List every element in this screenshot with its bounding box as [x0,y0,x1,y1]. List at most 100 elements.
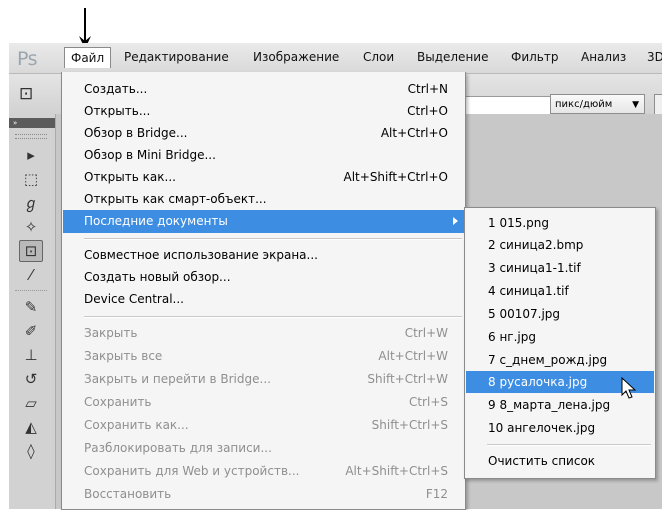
menu-item-label: Обзор в Bridge... [84,126,188,140]
menu-select[interactable]: Выделение [417,50,488,64]
menu-item-label: Совместное использование экрана... [84,248,318,262]
move-icon[interactable]: ▸ [19,144,43,166]
menu-item-label: Закрыть все [84,349,163,363]
recent-item[interactable]: 4 синица1.tif [466,280,654,302]
clear-recent-list[interactable]: Очистить список [466,450,654,472]
menu-item-new-review[interactable]: Создать новый обзор... [63,266,464,289]
recent-documents-submenu: 1 015.png 2 синица2.bmp 3 синица1-1.tif … [464,207,656,479]
panel-collapse-icon[interactable]: » [9,118,55,128]
menu-item-open[interactable]: Открыть... Ctrl+O [63,100,464,123]
marquee-icon[interactable]: ⬚ [19,168,43,190]
menu-item-shortcut: Alt+Shift+Ctrl+O [343,170,448,184]
recent-item[interactable]: 10 ангелочек.jpg [466,417,654,439]
menu-3d[interactable]: 3D [647,50,662,64]
menu-item-label: Разблокировать для записи... [84,441,272,455]
menu-item-shortcut: Alt+Ctrl+W [378,349,448,363]
menu-item-shortcut: Ctrl+W [404,326,448,340]
menu-item-device-central[interactable]: Device Central... [63,288,464,311]
recent-item-label: 2 синица2.bmp [488,238,584,252]
menu-item-label: Последние документы [84,214,228,228]
menu-item-shortcut: Shift+Ctrl+W [367,372,448,386]
options-button[interactable] [654,94,662,116]
menu-item-close-all[interactable]: Закрыть все Alt+Ctrl+W [63,345,464,368]
menu-item-open-as[interactable]: Открыть как... Alt+Shift+Ctrl+O [63,166,464,189]
menu-item-revert[interactable]: Восстановить F12 [63,483,464,506]
mouse-pointer-icon [621,377,637,399]
menu-item-close-go-bridge[interactable]: Закрыть и перейти в Bridge... Shift+Ctrl… [63,368,464,391]
menu-item-label: Обзор в Mini Bridge... [84,148,216,162]
recent-item[interactable]: 1 015.png [466,212,654,234]
menu-item-label: Открыть... [84,104,151,118]
menu-item-shortcut: Alt+Shift+Ctrl+S [345,464,448,478]
menu-item-shortcut: Shift+Ctrl+S [371,418,448,432]
menu-item-label: Сохранить для Web и устройств... [84,464,300,478]
menu-layers[interactable]: Слои [363,50,394,64]
menu-item-label: Создать новый обзор... [84,270,231,284]
menu-filter[interactable]: Фильтр [511,50,558,64]
chevron-down-icon: ▼ [632,100,639,110]
menu-divider [487,444,651,446]
tools-panel: » ▸ ⬚ ℊ ✧ ⊡ ⁄ ✎ ✐ ⊥ ↺ ▱ ◭ ◊ [9,114,56,509]
recent-item-label: 6 нг.jpg [488,330,536,344]
menu-file[interactable]: Файл [64,47,112,68]
menu-item-close[interactable]: Закрыть Ctrl+W [63,322,464,345]
recent-item-label: 8 русалочка.jpg [488,375,588,389]
magic-wand-icon[interactable]: ✧ [19,216,43,238]
menu-image[interactable]: Изображение [253,50,339,64]
menu-bar: Ps Файл Редактирование Изображение Слои … [9,43,662,74]
resolution-unit-value: пикс/дюйм [555,99,613,110]
recent-item[interactable]: 6 нг.jpg [466,326,654,348]
menu-item-unlock-write[interactable]: Разблокировать для записи... [63,437,464,460]
recent-item[interactable]: 7 с_днем_рожд.jpg [466,349,654,371]
recent-item[interactable]: 5 00107.jpg [466,303,654,325]
eyedropper-icon[interactable]: ⁄ [19,264,43,286]
crop-icon[interactable]: ⊡ [19,240,43,262]
ps-logo: Ps [17,48,38,70]
menu-item-label: Закрыть и перейти в Bridge... [84,372,271,386]
brush-icon[interactable]: ✐ [19,320,43,342]
menu-item-browse-bridge[interactable]: Обзор в Bridge... Alt+Ctrl+O [63,122,464,145]
stamp-icon[interactable]: ⊥ [19,344,43,366]
menu-item-shortcut: F12 [425,487,448,501]
menu-item-save-as[interactable]: Сохранить как... Shift+Ctrl+S [63,414,464,437]
eraser-icon[interactable]: ▱ [19,392,43,414]
file-menu: Создать... Ctrl+N Открыть... Ctrl+O Обзо… [61,72,466,510]
tool-divider [15,290,47,291]
blur-icon[interactable]: ◊ [19,440,43,462]
lasso-icon[interactable]: ℊ [19,192,43,214]
history-brush-icon[interactable]: ↺ [19,368,43,390]
recent-item-label: 10 ангелочек.jpg [488,421,596,435]
menu-item-browse-mini-bridge[interactable]: Обзор в Mini Bridge... [63,144,464,167]
recent-item-label: 3 синица1-1.tif [488,261,581,275]
menu-item-label: Открыть как смарт-объект... [84,192,267,206]
panel-grip[interactable] [15,134,47,139]
menu-item-recent-documents[interactable]: Последние документы [63,210,464,233]
paint-bucket-icon[interactable]: ◭ [19,416,43,438]
menu-item-label: Закрыть [84,326,138,340]
crop-icon[interactable]: ⊡ [19,84,33,104]
menu-divider [84,238,462,240]
menu-item-label: Создать... [84,82,148,96]
menu-analysis[interactable]: Анализ [581,50,626,64]
menu-item-shortcut: Ctrl+N [407,82,448,96]
menu-item-share-screen[interactable]: Совместное использование экрана... [63,244,464,267]
recent-item-label: 7 с_днем_рожд.jpg [488,353,608,367]
recent-item-label: 5 00107.jpg [488,307,561,321]
clear-recent-label: Очистить список [488,454,596,468]
menu-item-label: Восстановить [84,487,172,501]
recent-item[interactable]: 3 синица1-1.tif [466,257,654,279]
menu-item-label: Сохранить как... [84,418,189,432]
recent-item-label: 9 8_марта_лена.jpg [488,398,611,412]
menu-item-new[interactable]: Создать... Ctrl+N [63,78,464,101]
menu-divider [84,316,462,318]
resolution-unit-select[interactable]: пикс/дюйм ▼ [550,94,645,114]
menu-item-label: Открыть как... [84,170,176,184]
healing-brush-icon[interactable]: ✎ [19,296,43,318]
recent-item-label: 1 015.png [488,216,550,230]
menu-edit[interactable]: Редактирование [124,50,229,64]
recent-item[interactable]: 2 синица2.bmp [466,234,654,256]
menu-item-save-for-web[interactable]: Сохранить для Web и устройств... Alt+Shi… [63,460,464,483]
menu-item-open-smart-object[interactable]: Открыть как смарт-объект... [63,188,464,211]
menu-item-save[interactable]: Сохранить Ctrl+S [63,391,464,414]
submenu-arrow-icon [453,217,458,225]
